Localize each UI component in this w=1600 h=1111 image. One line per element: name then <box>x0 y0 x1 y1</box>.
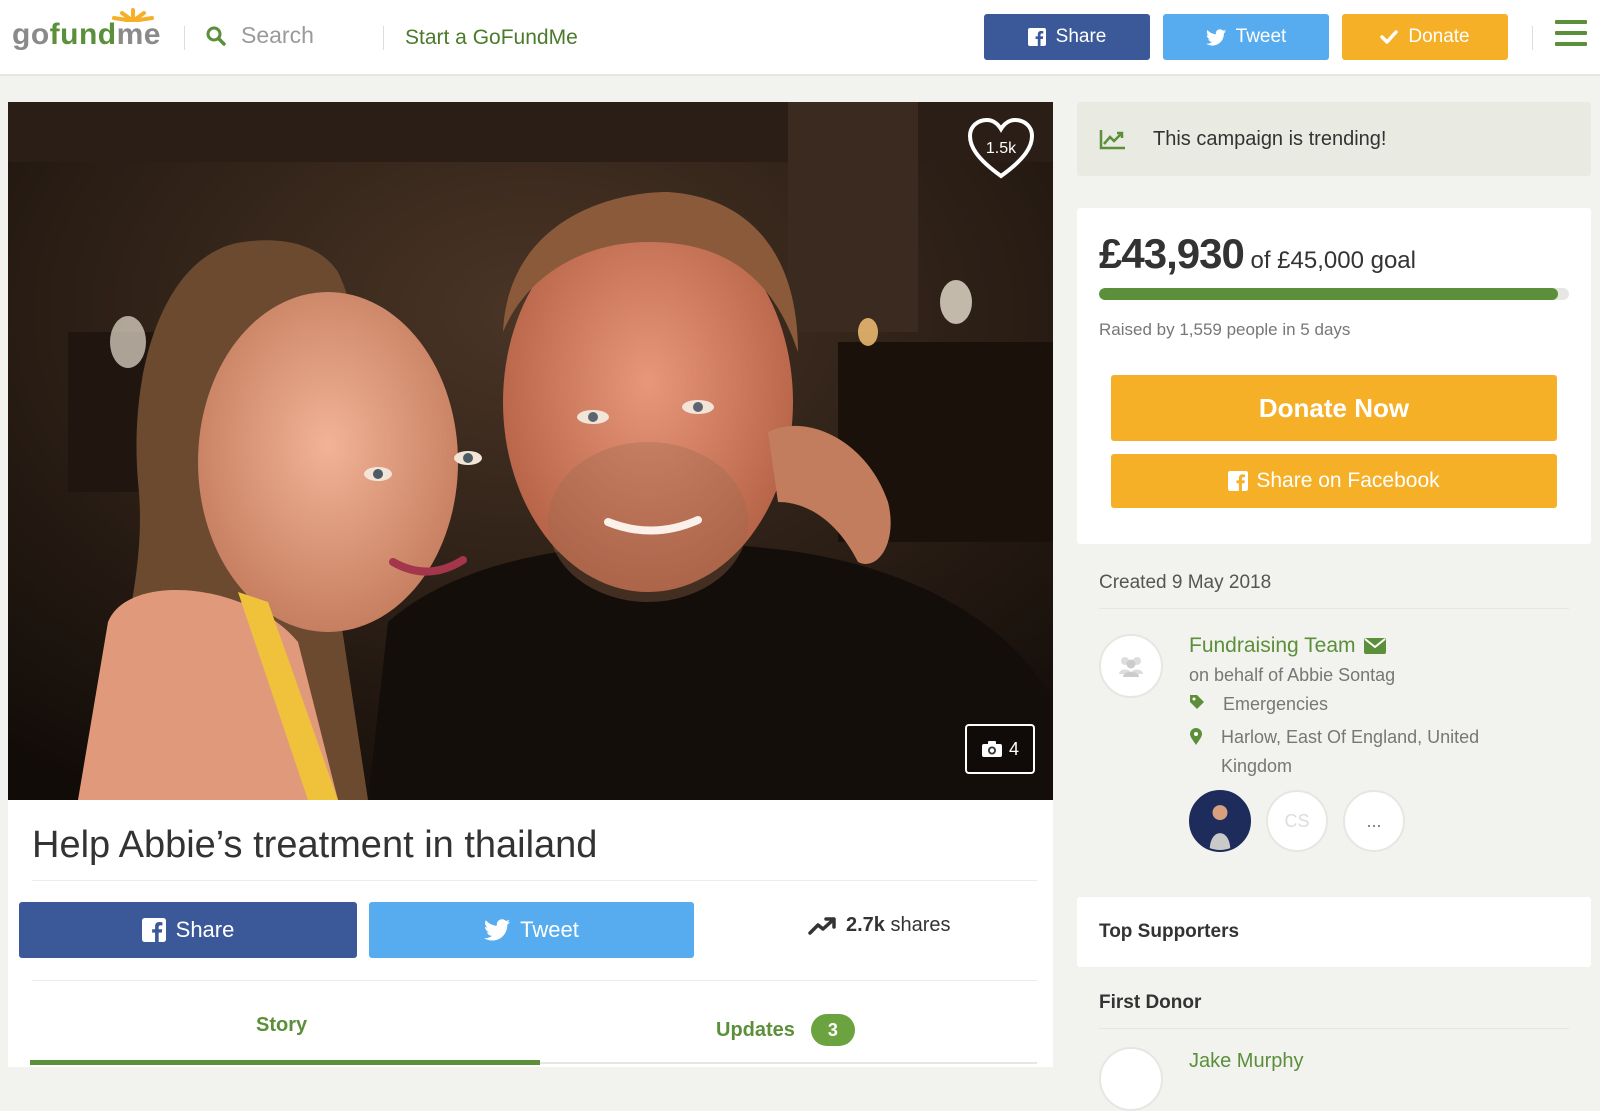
raised-by-text: Raised by 1,559 people in 5 days <box>1099 320 1351 339</box>
donation-card: £43,930 of £45,000 goal Raised by 1,559 … <box>1077 208 1591 544</box>
top-supporters-panel: Top Supporters <box>1077 897 1591 967</box>
header-share-button[interactable]: Share <box>984 14 1150 60</box>
trending-chart-icon <box>1099 130 1125 150</box>
more-team-members-button[interactable]: ... <box>1343 790 1405 852</box>
header-divider <box>383 26 384 50</box>
tab-updates[interactable]: Updates 3 <box>716 1014 855 1046</box>
checkmark-icon <box>1380 30 1399 44</box>
header-divider <box>184 26 185 50</box>
tag-icon <box>1190 695 1204 709</box>
divider <box>32 980 1037 981</box>
share-facebook-button[interactable]: Share <box>19 902 357 958</box>
header-donate-button[interactable]: Donate <box>1342 14 1508 60</box>
goal-text: of £45,000 goal <box>1250 247 1416 274</box>
category-link[interactable]: Emergencies <box>1189 694 1328 715</box>
envelope-icon[interactable] <box>1363 638 1386 654</box>
header-divider <box>1532 26 1533 50</box>
tweet-button[interactable]: Tweet <box>369 902 694 958</box>
tab-baseline <box>540 1062 1037 1064</box>
campaign-photo-illustration <box>8 102 1053 800</box>
location-text: Harlow, East Of England, United Kingdom <box>1189 723 1529 781</box>
twitter-icon <box>484 919 511 941</box>
start-gofundme-link[interactable]: Start a GoFundMe <box>405 26 578 50</box>
organizer-name-link[interactable]: Fundraising Team <box>1189 634 1386 658</box>
team-member-photo <box>1191 792 1249 850</box>
team-avatar[interactable] <box>1099 634 1163 698</box>
top-header: gofundme Search Start a GoFundMe Share T… <box>0 0 1600 76</box>
divider <box>1099 608 1569 609</box>
facebook-icon <box>141 918 166 942</box>
active-tab-indicator <box>30 1060 540 1065</box>
search-input[interactable]: Search <box>205 22 314 49</box>
heart-count: 1.5k <box>985 140 1017 157</box>
search-icon <box>206 26 226 46</box>
trending-arrow-icon <box>808 916 836 935</box>
share-on-facebook-button[interactable]: Share on Facebook <box>1111 454 1557 508</box>
search-placeholder: Search <box>241 22 314 48</box>
on-behalf-text: on behalf of Abbie Sontag <box>1189 665 1396 685</box>
hamburger-menu-icon[interactable] <box>1555 20 1587 48</box>
photo-gallery-button[interactable]: 4 <box>965 724 1035 774</box>
tab-story[interactable]: Story <box>256 1014 307 1037</box>
gofundme-logo[interactable]: gofundme <box>12 8 161 52</box>
campaign-main: 1.5k 4 Help Abbie’s treatment in thailan… <box>8 102 1053 1067</box>
progress-bar <box>1099 288 1569 300</box>
first-donor-heading: First Donor <box>1099 992 1202 1013</box>
campaign-photo[interactable]: 1.5k 4 <box>8 102 1053 800</box>
group-icon <box>1119 657 1143 677</box>
header-tweet-button[interactable]: Tweet <box>1163 14 1329 60</box>
donor-avatar <box>1099 1047 1163 1111</box>
divider <box>32 880 1037 881</box>
top-supporters-heading: Top Supporters <box>1099 921 1240 942</box>
team-member-initials-avatar[interactable]: CS <box>1266 790 1328 852</box>
raised-summary: £43,930 of £45,000 goal <box>1099 230 1416 278</box>
map-pin-icon <box>1190 728 1202 745</box>
donate-now-button[interactable]: Donate Now <box>1111 375 1557 441</box>
first-donor-name[interactable]: Jake Murphy <box>1189 1050 1304 1073</box>
created-date: Created 9 May 2018 <box>1099 572 1272 593</box>
progress-fill <box>1099 288 1558 300</box>
logo-sun-icon <box>112 8 154 22</box>
team-member-avatar[interactable] <box>1189 790 1251 852</box>
facebook-icon <box>1027 28 1046 46</box>
organizer-info: Created 9 May 2018 Fundraising Team on b… <box>1077 548 1591 878</box>
shares-count: 2.7k shares <box>808 914 951 937</box>
raised-amount: £43,930 <box>1099 230 1245 277</box>
updates-count-badge: 3 <box>810 1014 855 1046</box>
trending-banner: This campaign is trending! <box>1077 102 1591 176</box>
like-heart-button[interactable]: 1.5k <box>966 116 1036 180</box>
facebook-icon <box>1228 471 1249 491</box>
twitter-icon <box>1205 28 1226 46</box>
divider <box>1099 1028 1569 1029</box>
camera-icon <box>981 741 1002 757</box>
campaign-title: Help Abbie’s treatment in thailand <box>32 824 598 866</box>
